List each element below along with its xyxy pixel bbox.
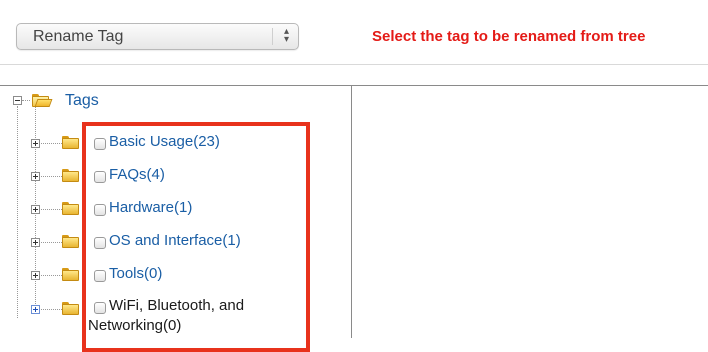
instruction-text: Select the tag to be renamed from tree [372,28,646,45]
expand-icon[interactable] [31,139,40,148]
highlight-box [82,122,310,352]
action-select-value: Rename Tag [33,28,124,45]
select-updown-icon: ▴ ▾ [284,26,290,45]
tree-line [17,106,18,318]
folder-icon [62,136,79,149]
folder-icon [62,302,79,315]
expand-icon[interactable] [31,238,40,247]
expand-icon[interactable] [31,271,40,280]
folder-icon [62,202,79,215]
folder-icon [62,235,79,248]
header-divider [0,64,708,65]
open-folder-icon [32,94,53,107]
expand-icon[interactable] [31,205,40,214]
folder-icon [62,169,79,182]
action-select[interactable]: Rename Tag ▴ ▾ [16,23,299,50]
folder-icon [62,268,79,281]
tree-line [22,100,30,101]
tree-root-tags[interactable]: Tags [65,92,99,110]
collapse-root-icon[interactable] [13,96,22,105]
panel-divider [351,85,352,338]
expand-icon[interactable] [31,172,40,181]
expand-icon[interactable] [31,305,40,314]
select-divider [272,28,273,45]
